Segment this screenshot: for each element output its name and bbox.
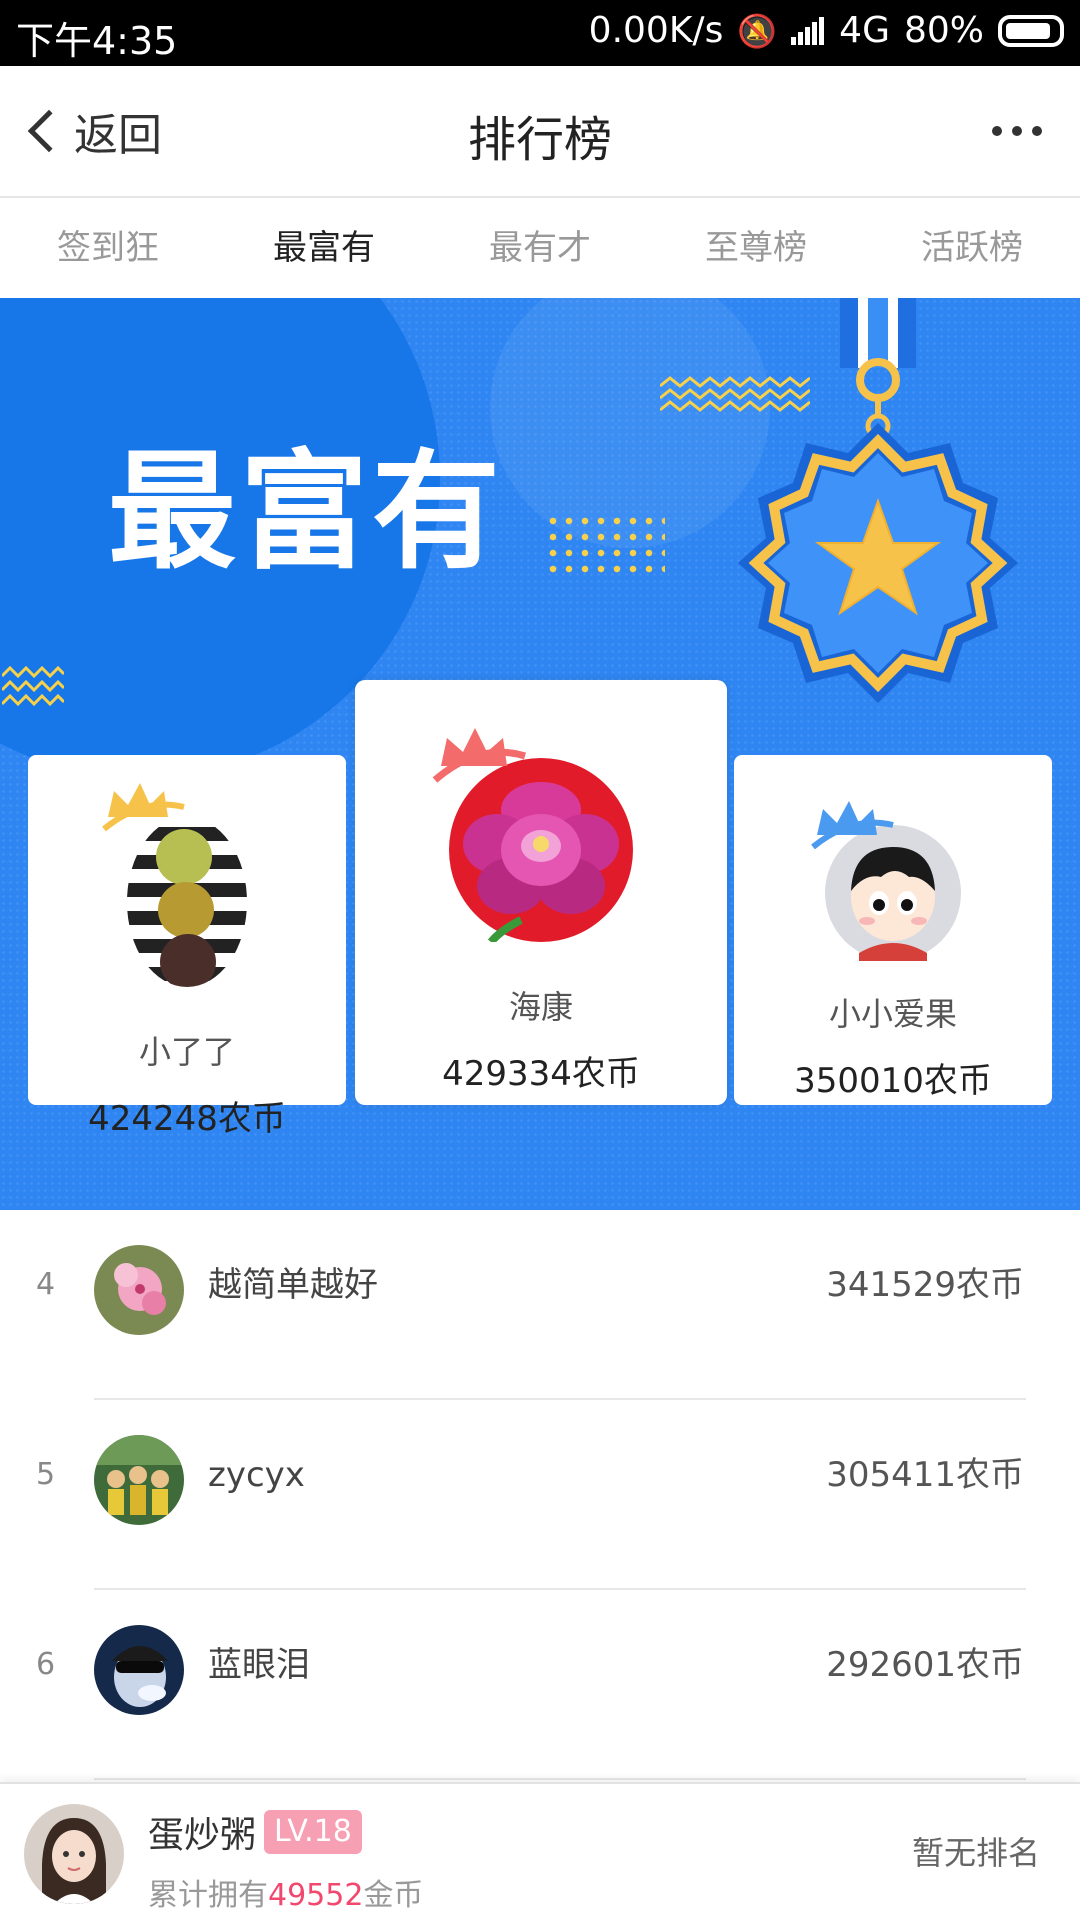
status-time: 下午4:35 — [16, 19, 178, 63]
coin-summary-suffix: 金币 — [363, 1878, 424, 1913]
page-title: 排行榜 — [467, 112, 612, 168]
my-avatar — [24, 1804, 124, 1904]
more-options-button[interactable] — [992, 116, 1042, 146]
crown-red-icon — [432, 728, 527, 783]
ranking-tabs: 签到狂 最富有 最有才 至尊榜 活跃榜 — [0, 198, 1080, 298]
divider — [94, 1778, 1026, 1780]
status-bar: 下午4:35 0.00K/s 🔕 4G 80% — [0, 0, 1080, 66]
avatar — [94, 1435, 184, 1525]
podium-name-second: 小了了 — [138, 1033, 235, 1071]
more-dots-icon — [992, 126, 1002, 136]
tab-supreme[interactable]: 至尊榜 — [648, 198, 864, 298]
podium-card-third[interactable]: 小小爱果 350010农币 — [734, 755, 1052, 1105]
battery-percent: 80% — [903, 10, 984, 51]
user-score: 305411农币 — [826, 1455, 1024, 1495]
signal-icon — [791, 16, 825, 45]
my-rank-bar[interactable]: 蛋炒粥 LV.18 累计拥有49552金币 暂无排名 — [0, 1782, 1080, 1920]
richest-banner: 最富有 小了了 424248农币 小小爱果 350010农币 海康 429334… — [0, 298, 1080, 1210]
crown-gold-icon — [102, 783, 185, 832]
nav-bar: 返回 排行榜 — [0, 66, 1080, 198]
avatar-third — [811, 801, 961, 961]
rank-number: 5 — [36, 1457, 56, 1492]
level-badge: LV.18 — [264, 1810, 362, 1854]
user-name: zycyx — [208, 1455, 305, 1495]
ranking-list: 4 越简单越好 341529农币 5 zycyx 305411农币 6 蓝眼泪 … — [0, 1210, 1080, 1780]
podium-name-first: 海康 — [508, 988, 573, 1026]
ranking-row-6[interactable]: 6 蓝眼泪 292601农币 — [0, 1590, 1080, 1780]
user-name: 蓝眼泪 — [208, 1645, 310, 1685]
rank-number: 4 — [36, 1267, 56, 1302]
rank-number: 6 — [36, 1647, 56, 1682]
podium-score-first: 429334农币 — [442, 1054, 640, 1094]
ranking-row-5[interactable]: 5 zycyx 305411农币 — [0, 1400, 1080, 1590]
my-user-name: 蛋炒粥 — [148, 1815, 257, 1856]
status-icons: 0.00K/s 🔕 4G 80% — [589, 10, 1064, 51]
tab-richest[interactable]: 最富有 — [216, 198, 432, 298]
my-coin-count: 49552 — [268, 1878, 364, 1913]
podium-name-third: 小小爱果 — [828, 995, 957, 1033]
my-coin-summary: 累计拥有49552金币 — [148, 1870, 423, 1914]
more-dot — [1012, 126, 1022, 136]
tab-active[interactable]: 活跃榜 — [864, 198, 1080, 298]
tab-checkin[interactable]: 签到狂 — [0, 198, 216, 298]
zigzag-decoration-left — [2, 666, 64, 707]
network-type: 4G — [839, 10, 890, 51]
banner-title: 最富有 — [108, 438, 505, 587]
avatar — [94, 1625, 184, 1715]
my-user-name-row: 蛋炒粥 LV.18 — [148, 1806, 362, 1858]
more-dot — [1032, 126, 1042, 136]
network-speed: 0.00K/s — [588, 10, 724, 51]
avatar-second — [102, 783, 252, 997]
tab-talented[interactable]: 最有才 — [432, 198, 648, 298]
avatar-first — [432, 728, 633, 945]
crown-blue-icon — [811, 801, 894, 850]
user-name: 越简单越好 — [208, 1265, 378, 1305]
avatar — [94, 1245, 184, 1335]
podium-card-second[interactable]: 小了了 424248农币 — [28, 755, 346, 1139]
dot-pattern-decoration — [545, 513, 665, 573]
coin-summary-prefix: 累计拥有 — [148, 1878, 268, 1913]
podium-score-third: 350010农币 — [794, 1061, 992, 1101]
star-medal-icon — [738, 298, 1018, 703]
user-score: 341529农币 — [826, 1265, 1024, 1305]
ranking-row-4[interactable]: 4 越简单越好 341529农币 — [0, 1210, 1080, 1400]
my-rank-status: 暂无排名 — [911, 1834, 1040, 1872]
battery-icon — [998, 14, 1064, 47]
podium-score-second: 424248农币 — [88, 1099, 286, 1139]
podium-card-first[interactable]: 海康 429334农币 — [355, 680, 727, 1105]
mute-bell-icon: 🔕 — [737, 11, 778, 50]
user-score: 292601农币 — [826, 1645, 1024, 1685]
